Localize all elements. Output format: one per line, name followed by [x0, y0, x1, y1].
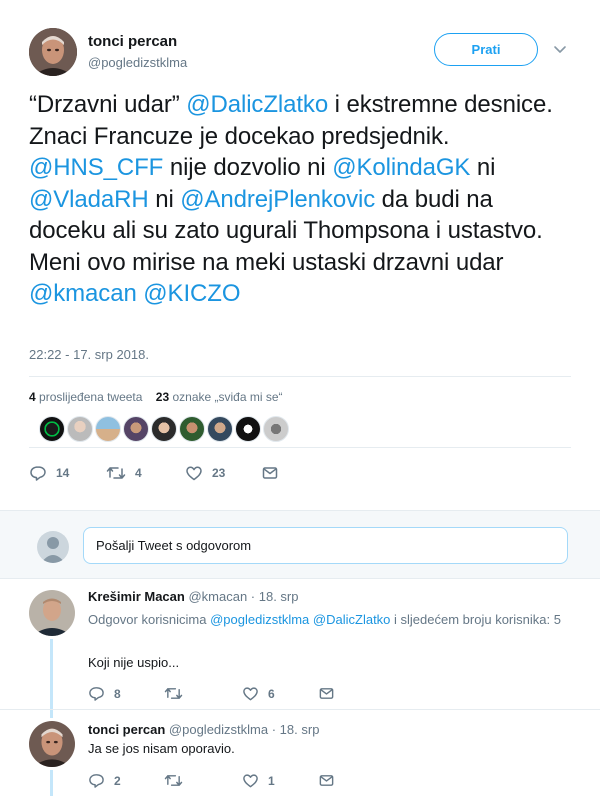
tweet-text-segment: “Drzavni udar”	[29, 91, 187, 118]
mention-link[interactable]: @KolindaGK	[332, 154, 470, 181]
reply-header: tonci percan @pogledizstklma · 18. srp	[88, 722, 319, 737]
follow-button[interactable]: Prati	[434, 33, 538, 66]
author-avatar[interactable]	[29, 28, 77, 76]
avatar[interactable]	[67, 416, 93, 442]
tweet-stats: 4 proslijeđena tweeta 23 oznake „sviđa m…	[29, 390, 283, 404]
reply-date[interactable]: · 18. srp	[251, 589, 299, 604]
reply-item[interactable]: Krešimir Macan @kmacan · 18. srp Odgovor…	[0, 579, 600, 709]
thread-line	[50, 710, 53, 718]
avatar[interactable]	[235, 416, 261, 442]
reply-action[interactable]: 8	[88, 685, 121, 702]
avatar[interactable]	[151, 416, 177, 442]
reply-author-handle[interactable]: @pogledizstklma	[169, 722, 268, 737]
message-action[interactable]	[318, 772, 335, 789]
like-action[interactable]: 23	[185, 464, 225, 482]
like-action[interactable]: 6	[242, 685, 275, 702]
like-action[interactable]: 1	[242, 772, 275, 789]
heart-icon	[185, 464, 203, 482]
heart-icon	[242, 772, 259, 789]
message-icon	[318, 772, 335, 789]
avatar[interactable]	[207, 416, 233, 442]
mention-link[interactable]: @KICZO	[143, 280, 240, 307]
message-action[interactable]	[261, 464, 279, 482]
message-icon	[318, 685, 335, 702]
retweet-stat[interactable]: 4 proslijeđena tweeta	[29, 390, 142, 404]
reply-context: Odgovor korisnicima @pogledizstklma @Dal…	[88, 612, 561, 627]
divider	[29, 447, 571, 448]
author-name[interactable]: tonci percan	[88, 33, 177, 50]
reply-action[interactable]: 14	[29, 464, 69, 482]
reply-header: Krešimir Macan @kmacan · 18. srp	[88, 589, 298, 604]
author-handle[interactable]: @pogledizstklma	[88, 55, 187, 70]
reply-text: Ja se jos nisam oporavio.	[88, 741, 235, 756]
reply-input[interactable]: Pošalji Tweet s odgovorom	[83, 527, 568, 564]
reply-author-handle[interactable]: @kmacan	[188, 589, 247, 604]
avatar[interactable]	[179, 416, 205, 442]
retweet-icon	[164, 685, 183, 702]
avatar[interactable]	[263, 416, 289, 442]
reply-author-name[interactable]: Krešimir Macan	[88, 589, 185, 604]
thread-line	[50, 770, 53, 796]
reply-date[interactable]: · 18. srp	[272, 722, 320, 737]
reply-icon	[88, 772, 105, 789]
retweet-action[interactable]: 4	[106, 464, 142, 482]
thread-line	[50, 639, 53, 709]
message-icon	[261, 464, 279, 482]
tweet-text-segment: ni	[470, 154, 496, 181]
retweet-action[interactable]	[164, 772, 183, 789]
mention-link[interactable]: @VladaRH	[29, 186, 149, 213]
retweet-icon	[106, 464, 126, 482]
caret-down-icon[interactable]	[553, 42, 567, 56]
avatar[interactable]	[123, 416, 149, 442]
tweet-text-segment: nije dozvolio ni	[163, 154, 333, 181]
reply-author-name[interactable]: tonci percan	[88, 722, 165, 737]
reply-icon	[29, 464, 47, 482]
avatar	[37, 531, 69, 563]
avatar[interactable]	[95, 416, 121, 442]
reply-icon	[88, 685, 105, 702]
heart-icon	[242, 685, 259, 702]
reply-composer: Pošalji Tweet s odgovorom	[0, 510, 600, 579]
mention-link[interactable]: @kmacan	[29, 280, 137, 307]
mention-link[interactable]: @AndrejPlenkovic	[180, 186, 375, 213]
liker-avatars	[39, 416, 289, 442]
mention-link[interactable]: @DalicZlatko	[186, 91, 328, 118]
tweet-text-segment: ni	[148, 185, 181, 213]
divider	[29, 376, 571, 377]
avatar[interactable]	[39, 416, 65, 442]
mention-link[interactable]: @DalicZlatko	[313, 612, 391, 627]
reply-item[interactable]: tonci percan @pogledizstklma · 18. srp J…	[0, 709, 600, 796]
like-stat[interactable]: 23 oznake „sviđa mi se“	[156, 390, 283, 404]
retweet-icon	[164, 772, 183, 789]
reply-action[interactable]: 2	[88, 772, 121, 789]
message-action[interactable]	[318, 685, 335, 702]
tweet-timestamp[interactable]: 22:22 - 17. srp 2018.	[29, 347, 149, 362]
mention-link[interactable]: @HNS_CFF	[29, 154, 163, 181]
avatar[interactable]	[29, 590, 75, 636]
tweet-text: “Drzavni udar” @DalicZlatko i ekstremne …	[29, 89, 574, 310]
main-tweet: tonci percan @pogledizstklma Prati “Drza…	[0, 0, 600, 510]
retweet-action[interactable]	[164, 685, 183, 702]
reply-text: Koji nije uspio...	[88, 655, 180, 670]
avatar[interactable]	[29, 721, 75, 767]
mention-link[interactable]: @pogledizstklma	[210, 612, 309, 627]
